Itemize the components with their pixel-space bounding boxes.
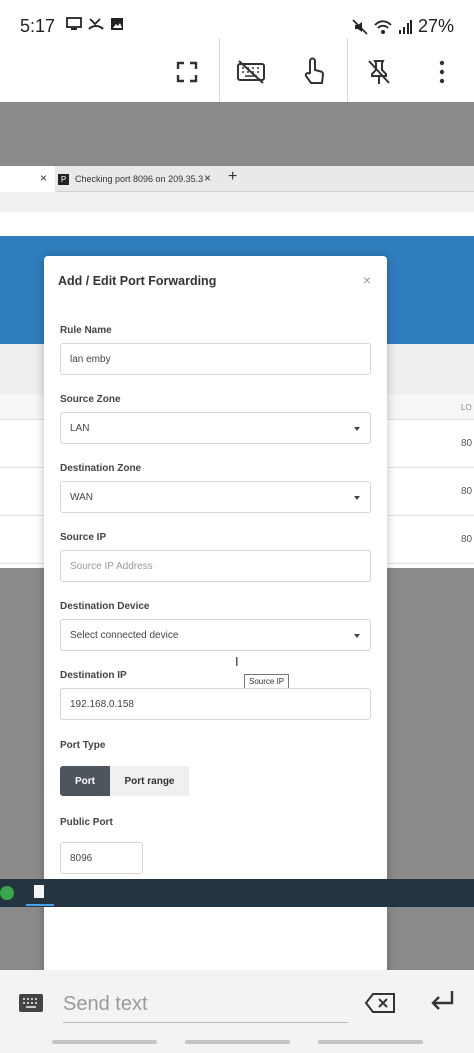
toolbar-divider	[347, 38, 348, 102]
source-zone-select[interactable]: LAN	[60, 412, 371, 444]
port-type-label: Port Type	[60, 740, 106, 751]
browser-tab-active[interactable]: ×	[0, 166, 55, 192]
table-cell: 80	[461, 534, 473, 545]
table-cell: 80	[461, 486, 473, 497]
enter-icon[interactable]	[428, 988, 456, 1016]
column-header: LO	[461, 403, 472, 412]
active-task-indicator	[26, 904, 54, 906]
text-cursor-icon: I	[235, 654, 239, 669]
destination-device-label: Destination Device	[60, 601, 150, 612]
tab-close-icon[interactable]: ×	[204, 171, 211, 185]
destination-ip-label: Destination IP	[60, 670, 127, 681]
fullscreen-icon	[176, 61, 198, 83]
public-port-label: Public Port	[60, 817, 113, 828]
status-icons-left	[66, 17, 124, 31]
status-time: 5:17	[20, 16, 56, 36]
image-icon	[111, 18, 123, 30]
source-zone-label: Source Zone	[60, 394, 121, 405]
modal-title: Add / Edit Port Forwarding	[58, 274, 217, 288]
send-text-bar: Send text	[0, 970, 474, 1053]
keyboard-toggle-button[interactable]	[235, 56, 267, 88]
unpin-icon	[368, 60, 390, 84]
browser-address-area	[0, 192, 474, 212]
chevron-down-icon	[354, 634, 360, 638]
remote-toolbar	[0, 38, 474, 102]
destination-ip-input[interactable]: 192.168.0.158	[60, 688, 371, 720]
play-app-icon[interactable]	[0, 886, 14, 900]
chevron-down-icon	[354, 427, 360, 431]
port-forwarding-modal: Add / Edit Port Forwarding × Rule Name l…	[44, 256, 387, 970]
source-ip-tooltip: Source IP	[244, 674, 290, 689]
chevron-down-icon	[354, 496, 360, 500]
tab-favicon-icon: P	[58, 173, 69, 185]
keyboard-icon[interactable]	[18, 993, 44, 1013]
signal-icon	[398, 19, 412, 34]
new-tab-button[interactable]: +	[228, 168, 237, 186]
public-port-value: 8096	[70, 852, 93, 864]
more-icon	[439, 60, 445, 84]
nav-pill	[318, 1040, 423, 1044]
source-ip-label: Source IP	[60, 532, 107, 543]
nav-pill	[185, 1040, 290, 1044]
source-ip-placeholder: Source IP Address	[70, 560, 153, 572]
fullscreen-button[interactable]	[171, 56, 203, 88]
remote-screen[interactable]: × P Checking port 8096 on 209.35.3 × + L…	[0, 102, 474, 970]
browser-tab-port-check[interactable]: P Checking port 8096 on 209.35.3	[58, 166, 203, 192]
touch-icon	[304, 57, 325, 84]
nav-pill	[52, 1040, 157, 1044]
browser-tab-bar: × P Checking port 8096 on 209.35.3 × +	[0, 166, 474, 192]
destination-zone-value: WAN	[70, 491, 93, 503]
tab-close-icon[interactable]: ×	[40, 171, 47, 185]
destination-device-select[interactable]: Select connected device	[60, 619, 371, 651]
mute-icon	[352, 18, 368, 35]
more-options-button[interactable]	[426, 56, 458, 88]
wifi-icon	[374, 19, 392, 34]
battery-percent: 27%	[417, 16, 454, 36]
tab-title: Checking port 8096 on 209.35.3	[75, 174, 204, 184]
source-zone-value: LAN	[70, 422, 90, 434]
rule-name-label: Rule Name	[60, 325, 112, 336]
public-port-input[interactable]: 8096	[60, 842, 143, 874]
keyboard-off-icon	[237, 60, 265, 84]
destination-zone-select[interactable]: WAN	[60, 481, 371, 513]
toolbar-divider	[219, 38, 220, 102]
remote-taskbar	[0, 879, 474, 907]
backspace-icon[interactable]	[364, 992, 396, 1014]
destination-zone-label: Destination Zone	[60, 463, 142, 474]
touch-mode-button[interactable]	[298, 56, 330, 88]
destination-ip-value: 192.168.0.158	[70, 698, 134, 710]
missed-call-icon	[88, 18, 104, 30]
monitor-icon	[66, 17, 82, 30]
rule-name-input[interactable]: lan emby	[60, 343, 371, 375]
send-text-input[interactable]: Send text	[63, 993, 348, 1023]
source-ip-input[interactable]: Source IP Address	[60, 550, 371, 582]
table-cell: 80	[461, 438, 473, 449]
document-icon[interactable]	[34, 885, 44, 898]
unpin-button[interactable]	[363, 56, 395, 88]
status-icons-right: 27%	[352, 16, 454, 37]
port-type-port-button[interactable]: Port	[60, 766, 110, 796]
close-icon[interactable]: ×	[363, 272, 371, 288]
rule-name-value: lan emby	[70, 353, 111, 365]
destination-device-placeholder: Select connected device	[70, 629, 179, 641]
port-type-range-button[interactable]: Port range	[110, 766, 189, 796]
